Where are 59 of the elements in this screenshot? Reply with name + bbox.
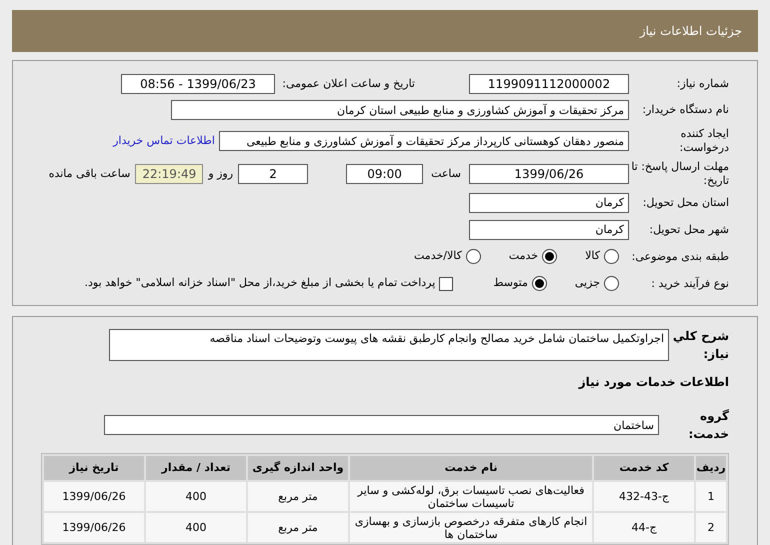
table-cell: فعالیت‌های نصب تاسیسات برق، لوله‌کشی و سایر تاسیسات ساختمان (350, 482, 592, 511)
radio-label: خدمت (508, 248, 538, 264)
text-field[interactable]: ساختمان (104, 415, 659, 435)
text-field[interactable]: کرمان (469, 192, 629, 212)
remaining-time: 22:19:49 (135, 164, 204, 184)
checkbox-label: پرداخت تمام یا بخشی از مبلغ خرید،از محل "اسناد خزانه اسلامی" خواهد بود. (84, 275, 436, 292)
table-cell: انجام کارهای متفرقه درخصوص بازسازی و بهسازی ساختمان ها (350, 513, 592, 542)
field-label: مهلت ارسال پاسخ: تا تاریخ: (630, 160, 729, 188)
column-header: تعداد / مقدار (146, 456, 246, 480)
radio-label: جزیی (574, 275, 600, 292)
field-label: گروه خدمت: (687, 408, 729, 443)
radio-button[interactable] (466, 249, 481, 264)
field-label: استان محل تحویل: (642, 196, 729, 210)
column-header: ردیف (696, 456, 726, 480)
description-box[interactable]: اجراوتکمیل ساختمان شامل خرید مصالح وانجام کارطبق نقشه های پیوست وتوضیحات اسناد مناقصه (109, 329, 669, 361)
radio-button[interactable] (604, 276, 619, 291)
field-label: نوع فرآیند خرید : (650, 276, 729, 290)
text-field[interactable]: منصور دهقان کوهستانی کارپرداز مرکز تحقیقات و آموزش کشاورزی و منابع طبیعی (219, 131, 629, 151)
table-cell: 400 (146, 482, 246, 511)
text-field[interactable]: 09:00 (346, 164, 424, 184)
table-cell: ج-44 (594, 513, 694, 542)
field-label: شهر محل تحویل: (648, 222, 729, 236)
field-label: نام دستگاه خریدار: (641, 103, 729, 117)
radio-button[interactable] (532, 276, 547, 291)
field-label: تاریخ و ساعت اعلان عمومی: (281, 76, 415, 90)
column-header: نام خدمت (350, 456, 592, 480)
radio-button[interactable] (604, 249, 619, 264)
table-cell: 2 (696, 513, 726, 542)
table-cell: 400 (146, 513, 246, 542)
text-field[interactable]: 1399/06/26 (469, 164, 629, 184)
text-field[interactable]: 1399/06/23 - 08:56 (121, 74, 275, 94)
text-field[interactable]: 2 (238, 164, 308, 184)
remaining-label: ساعت باقی مانده (48, 166, 130, 182)
time-label: ساعت (431, 166, 461, 182)
table-cell: 1399/06/26 (44, 482, 144, 511)
text-field[interactable]: کرمان (469, 220, 629, 240)
field-label: شرح کلي نياز: (672, 328, 729, 363)
table-cell: متر مربع (248, 482, 348, 511)
section-heading: اطلاعات خدمات مورد نیاز (578, 374, 729, 391)
text-field[interactable]: 1199091112000002 (469, 74, 629, 94)
table-cell: متر مربع (248, 513, 348, 542)
radio-button[interactable] (542, 249, 558, 264)
days-label: روز و (208, 166, 234, 182)
contact-link[interactable]: اطلاعات تماس خریدار (113, 132, 215, 150)
field-label: شماره نیاز: (676, 76, 729, 90)
field-label: ایجاد کننده درخواست: (678, 127, 729, 155)
checkbox[interactable] (439, 276, 454, 290)
field-label: طبقه بندی موضوعی: (630, 250, 729, 264)
table-cell: ج-43-432 (594, 482, 694, 511)
column-header: کد خدمت (594, 456, 694, 480)
text-field[interactable]: مرکز تحقیقات و آموزش کشاورزی و منابع طبیعی استان کرمان (171, 100, 629, 120)
column-header: تاریخ نیاز (44, 456, 144, 480)
radio-label: کالا (585, 248, 600, 264)
radio-label: متوسط (493, 275, 528, 292)
column-header: واحد اندازه گیری (248, 456, 348, 480)
radio-label: کالا/خدمت (414, 248, 462, 264)
page-title: جزئیات اطلاعات نیاز (640, 23, 742, 40)
table-cell: 1399/06/26 (44, 513, 144, 542)
table-cell: 1 (696, 482, 726, 511)
